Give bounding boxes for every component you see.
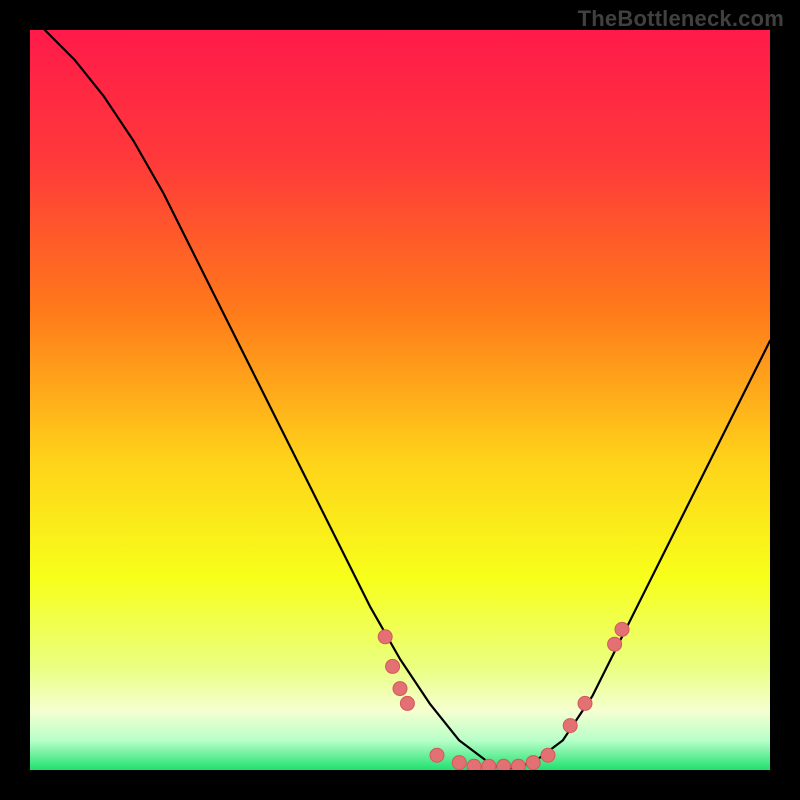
data-marker xyxy=(467,759,481,770)
data-marker xyxy=(578,696,592,710)
data-marker xyxy=(608,637,622,651)
data-marker xyxy=(482,759,496,770)
data-marker xyxy=(511,759,525,770)
data-marker xyxy=(497,759,511,770)
plot-area xyxy=(30,30,770,770)
data-marker xyxy=(393,682,407,696)
data-marker xyxy=(526,756,540,770)
data-marker xyxy=(452,756,466,770)
data-marker xyxy=(430,748,444,762)
data-marker xyxy=(615,622,629,636)
chart-container: TheBottleneck.com xyxy=(0,0,800,800)
data-marker xyxy=(378,630,392,644)
chart-svg xyxy=(30,30,770,770)
data-marker xyxy=(541,748,555,762)
data-marker xyxy=(563,719,577,733)
watermark-text: TheBottleneck.com xyxy=(578,6,784,32)
data-marker xyxy=(400,696,414,710)
data-marker xyxy=(386,659,400,673)
